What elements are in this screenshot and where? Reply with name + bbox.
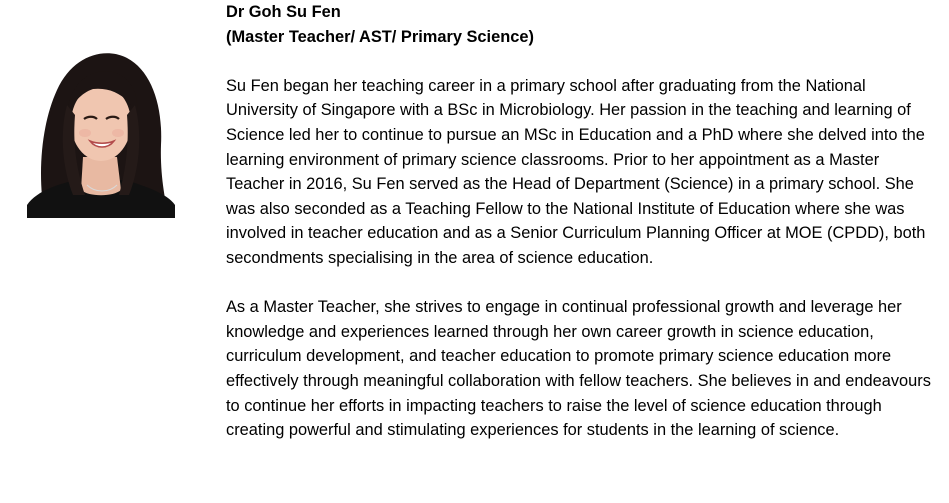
- profile-name: Dr Goh Su Fen: [226, 3, 341, 21]
- bio-paragraph: As a Master Teacher, she strives to enga…: [226, 298, 931, 440]
- portrait-photo: [27, 45, 175, 218]
- profile-role: (Master Teacher/ AST/ Primary Science): [226, 27, 534, 46]
- profile-text: Dr Goh Su Fen (Master Teacher/ AST/ Prim…: [226, 0, 938, 443]
- bio-paragraph: Su Fen began her teaching career in a pr…: [226, 76, 926, 267]
